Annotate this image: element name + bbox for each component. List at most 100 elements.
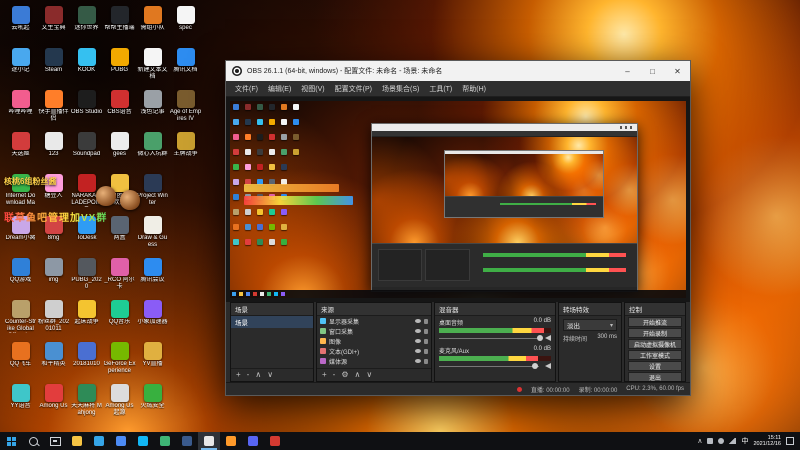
desktop-icon[interactable]: 腾讯文档 <box>169 46 202 88</box>
desktop-icon[interactable]: Counter-Strike Global Offensive <box>4 298 37 340</box>
scene-list-item[interactable]: 场景 <box>231 316 313 328</box>
volume-slider[interactable] <box>439 334 551 343</box>
desktop-icon[interactable]: 快手直播伴侣 <box>37 88 70 130</box>
desktop-icon[interactable]: 20181010 <box>70 340 103 382</box>
dock-tool-button[interactable]: - <box>247 371 250 379</box>
desktop-icon[interactable]: gees <box>103 130 136 172</box>
network-icon[interactable] <box>729 438 737 444</box>
desktop-icon[interactable]: Steam <box>37 46 70 88</box>
desktop-icon[interactable]: Soundpad <box>70 130 103 172</box>
desktop-icon[interactable]: 8mg <box>37 214 70 256</box>
control-button[interactable]: 开始推流 <box>628 317 682 327</box>
dock-tool-button[interactable]: - <box>333 371 336 379</box>
visibility-eye-icon[interactable] <box>415 329 421 333</box>
dock-tool-button[interactable]: ∨ <box>366 371 372 379</box>
desktop-icon[interactable]: 粉丝群_20201011 <box>37 298 70 340</box>
menu-item[interactable]: 工具(T) <box>424 82 457 96</box>
menu-item[interactable]: 编辑(E) <box>263 82 296 96</box>
lock-icon[interactable] <box>424 318 428 324</box>
desktop-icon[interactable]: QQ音乐 <box>103 298 136 340</box>
desktop-icon[interactable]: img <box>37 256 70 298</box>
menu-item[interactable]: 帮助(H) <box>457 82 491 96</box>
speaker-icon[interactable] <box>542 335 551 341</box>
desktop-icon[interactable]: OBS Studio <box>70 88 103 130</box>
desktop-icon[interactable]: 起床战争 <box>70 298 103 340</box>
taskbar-app[interactable] <box>264 432 286 450</box>
notification-center-icon[interactable] <box>786 437 794 445</box>
desktop-icon[interactable]: 需组小队 <box>136 4 169 46</box>
desktop-icon[interactable]: NARAKA BLADEPOINT <box>70 172 103 214</box>
desktop-icon[interactable]: 迷你世界 <box>70 4 103 46</box>
control-button[interactable]: 工作室模式 <box>628 350 682 360</box>
dock-tool-button[interactable]: ∧ <box>355 371 361 379</box>
desktop-icon[interactable]: 浅色记事 <box>136 88 169 130</box>
control-button[interactable]: 设置 <box>628 361 682 371</box>
source-list-item[interactable]: 媒体源 <box>317 356 431 366</box>
desktop-icon[interactable]: Among Us <box>37 382 70 424</box>
menu-item[interactable]: 场景集合(S) <box>377 82 424 96</box>
transition-duration-row[interactable]: 持续时间 300 ms <box>563 334 617 343</box>
search-button[interactable] <box>22 432 44 450</box>
dock-tool-button[interactable]: ⚙ <box>341 371 348 379</box>
lock-icon[interactable] <box>424 338 428 344</box>
volume-slider[interactable] <box>439 362 551 371</box>
desktop-icon[interactable]: 123 <box>37 130 70 172</box>
desktop-icon[interactable]: 天选姬 <box>4 130 37 172</box>
desktop-icon[interactable]: Project Winter <box>136 172 169 214</box>
desktop-icon[interactable]: QQ游戏 <box>4 256 37 298</box>
maximize-button[interactable]: □ <box>640 61 665 81</box>
desktop-icon[interactable]: Dream小窝 <box>4 214 37 256</box>
obs-preview-canvas[interactable] <box>226 97 690 302</box>
desktop-icon[interactable]: 云吼起 <box>4 4 37 46</box>
desktop-icon[interactable]: Internet Download Manager <box>4 172 37 214</box>
desktop-icon[interactable]: 文生宝典 <box>37 4 70 46</box>
desktop-icon[interactable]: PUBG_2020 <box>70 256 103 298</box>
desktop-icon[interactable]: YV直播 <box>136 340 169 382</box>
desktop-icon[interactable]: 糖豆人 <box>37 172 70 214</box>
control-button[interactable]: 开始录制 <box>628 328 682 338</box>
menu-item[interactable]: 文件(F) <box>230 82 263 96</box>
taskbar-app[interactable] <box>88 432 110 450</box>
desktop-icon[interactable]: 哔哩哔哩 <box>4 88 37 130</box>
taskbar-app[interactable] <box>132 432 154 450</box>
lock-icon[interactable] <box>424 328 428 334</box>
visibility-eye-icon[interactable] <box>415 339 421 343</box>
taskbar-app[interactable] <box>220 432 242 450</box>
close-button[interactable]: ✕ <box>665 61 690 81</box>
taskbar-app[interactable] <box>154 432 176 450</box>
desktop-icon[interactable]: 天天麻将 Mahjong <box>70 382 103 424</box>
desktop-icon[interactable]: 和平精英 <box>37 340 70 382</box>
sound-icon[interactable] <box>718 438 725 444</box>
tray-app-icon[interactable] <box>707 438 714 444</box>
control-button[interactable]: 退出 <box>628 372 682 381</box>
desktop-icon[interactable]: KOOK <box>70 46 103 88</box>
menu-item[interactable]: 配置文件(P) <box>330 82 377 96</box>
visibility-eye-icon[interactable] <box>415 349 421 353</box>
desktop-icon[interactable]: 腾讯会议 <box>136 256 169 298</box>
taskbar-app[interactable] <box>176 432 198 450</box>
taskbar-app[interactable] <box>198 432 220 450</box>
source-list-item[interactable]: 窗口采集 <box>317 326 431 336</box>
lock-icon[interactable] <box>424 348 428 354</box>
desktop-icon[interactable]: ToDesk <box>70 214 103 256</box>
transition-select[interactable]: 淡出 <box>563 319 617 331</box>
desktop-icon[interactable]: PUBG <box>103 46 136 88</box>
desktop-icon[interactable]: GeForce Experience <box>103 340 136 382</box>
desktop-icon[interactable]: YY语音 <box>4 382 37 424</box>
desktop-icon[interactable]: 帮帮主播端 <box>103 4 136 46</box>
obs-titlebar[interactable]: OBS 26.1.1 (64-bit, windows) - 配置文件: 未命名… <box>226 61 690 81</box>
desktop-icon[interactable]: 微心入坑群 <box>136 130 169 172</box>
visibility-eye-icon[interactable] <box>415 319 421 323</box>
desktop-icon[interactable]: 两盒 <box>103 214 136 256</box>
desktop-icon[interactable]: Among Us 起源 <box>103 382 136 424</box>
clock[interactable]: 15:11 2021/12/16 <box>753 435 781 448</box>
source-list-item[interactable]: 图像 <box>317 336 431 346</box>
desktop-icon[interactable]: Age of Empires IV <box>169 88 202 130</box>
desktop-icon[interactable]: 新建文本文档 <box>136 46 169 88</box>
tray-expand-icon[interactable]: ∧ <box>697 437 702 445</box>
desktop-icon[interactable]: 逐小记 <box>4 46 37 88</box>
dock-tool-button[interactable]: + <box>322 371 327 379</box>
desktop-icon[interactable]: 小象加速器 <box>136 298 169 340</box>
taskbar-app[interactable] <box>110 432 132 450</box>
desktop-icon[interactable]: 王团团入群欢迎 <box>103 172 136 214</box>
